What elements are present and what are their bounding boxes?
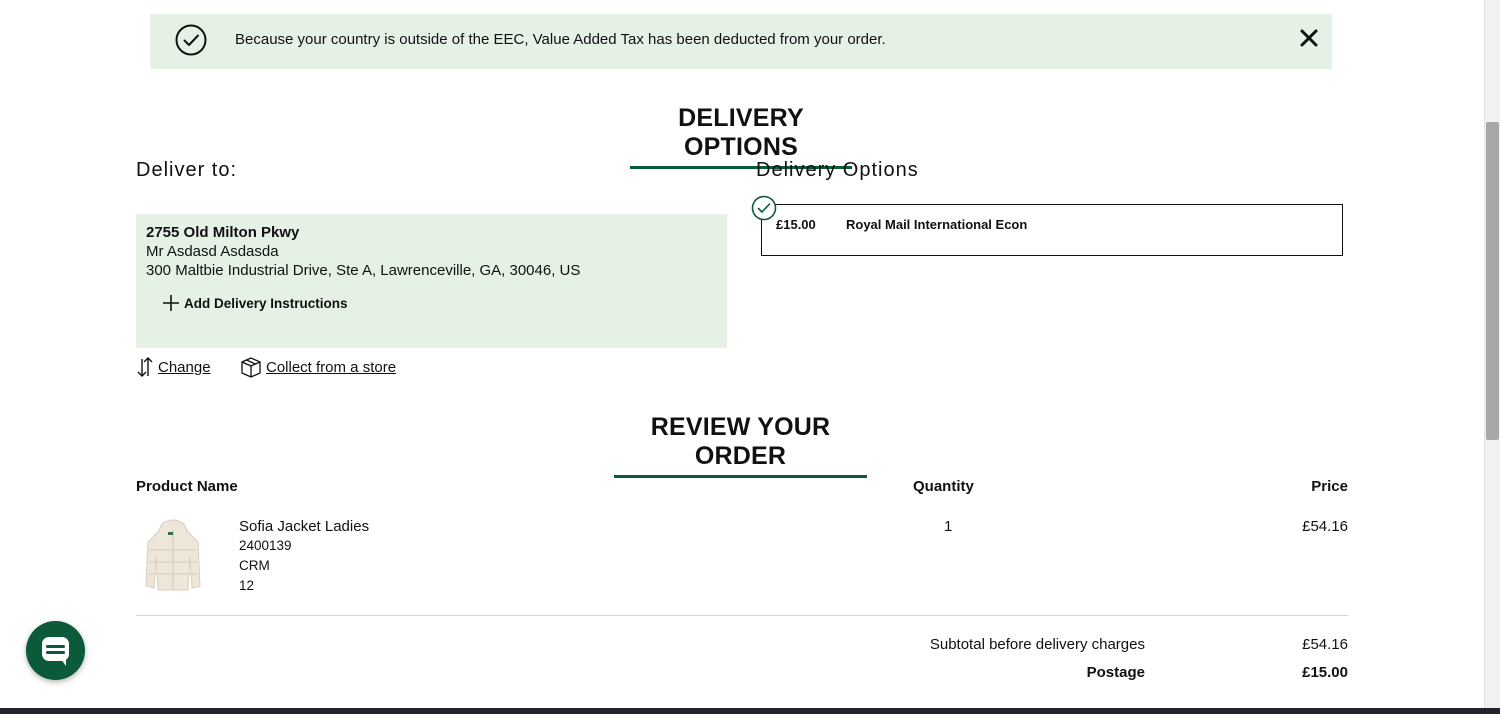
product-colour: CRM	[239, 558, 270, 573]
product-price: £54.16	[1302, 518, 1348, 535]
package-icon	[241, 357, 261, 378]
vat-notice-message: Because your country is outside of the E…	[235, 31, 886, 48]
column-header-product: Product Name	[136, 478, 238, 495]
close-icon[interactable]	[1298, 27, 1320, 49]
collect-link-label: Collect from a store	[266, 358, 397, 376]
deliver-to-label: Deliver to:	[136, 159, 238, 181]
chat-button[interactable]	[26, 621, 85, 680]
collect-from-store-link[interactable]: Collect from a store	[240, 356, 396, 378]
postage-value: £15.00	[1302, 664, 1348, 681]
delivery-option-royal-mail[interactable]: £15.00 Royal Mail International Econ	[761, 204, 1343, 256]
plus-icon	[163, 295, 179, 311]
delivery-address-card: 2755 Old Milton Pkwy Mr Asdasd Asdasda 3…	[136, 214, 727, 348]
product-thumbnail[interactable]	[140, 516, 206, 594]
column-header-price: Price	[1311, 478, 1348, 495]
vat-notice-banner: Because your country is outside of the E…	[150, 14, 1332, 69]
check-circle-icon	[175, 24, 207, 56]
address-line-2: Mr Asdasd Asdasda	[146, 243, 279, 260]
product-name[interactable]: Sofia Jacket Ladies	[239, 518, 369, 535]
change-address-link[interactable]: Change	[136, 356, 211, 378]
address-line-3: 300 Maltbie Industrial Drive, Ste A, Law…	[146, 262, 581, 279]
scrollbar-thumb[interactable]	[1486, 122, 1499, 440]
selected-check-icon	[751, 195, 777, 221]
product-size: 12	[239, 578, 255, 593]
heading-underline	[614, 475, 867, 478]
divider	[136, 615, 1348, 616]
subtotal-label: Subtotal before delivery charges	[929, 636, 1145, 653]
review-order-heading: REVIEW YOUR ORDER	[614, 413, 867, 478]
swap-arrows-icon	[137, 357, 153, 377]
review-order-heading-text: REVIEW YOUR ORDER	[650, 413, 831, 470]
change-link-label: Change	[158, 358, 211, 376]
delivery-option-name: Royal Mail International Econ	[846, 217, 1028, 232]
bottom-bar	[0, 708, 1500, 714]
delivery-option-price: £15.00	[776, 217, 816, 232]
chat-bubble-icon	[42, 637, 69, 666]
add-delivery-instructions-button[interactable]: Add Delivery Instructions	[162, 294, 348, 312]
delivery-options-heading-text: DELIVERY OPTIONS	[678, 104, 804, 161]
product-quantity: 1	[944, 518, 953, 535]
product-code: 2400139	[239, 538, 292, 553]
column-header-quantity: Quantity	[913, 478, 974, 495]
add-delivery-instructions-label: Add Delivery Instructions	[184, 295, 348, 311]
delivery-options-label: Delivery Options	[756, 159, 919, 181]
address-line-1: 2755 Old Milton Pkwy	[146, 224, 300, 241]
postage-label: Postage	[1086, 664, 1145, 681]
subtotal-value: £54.16	[1302, 636, 1348, 653]
